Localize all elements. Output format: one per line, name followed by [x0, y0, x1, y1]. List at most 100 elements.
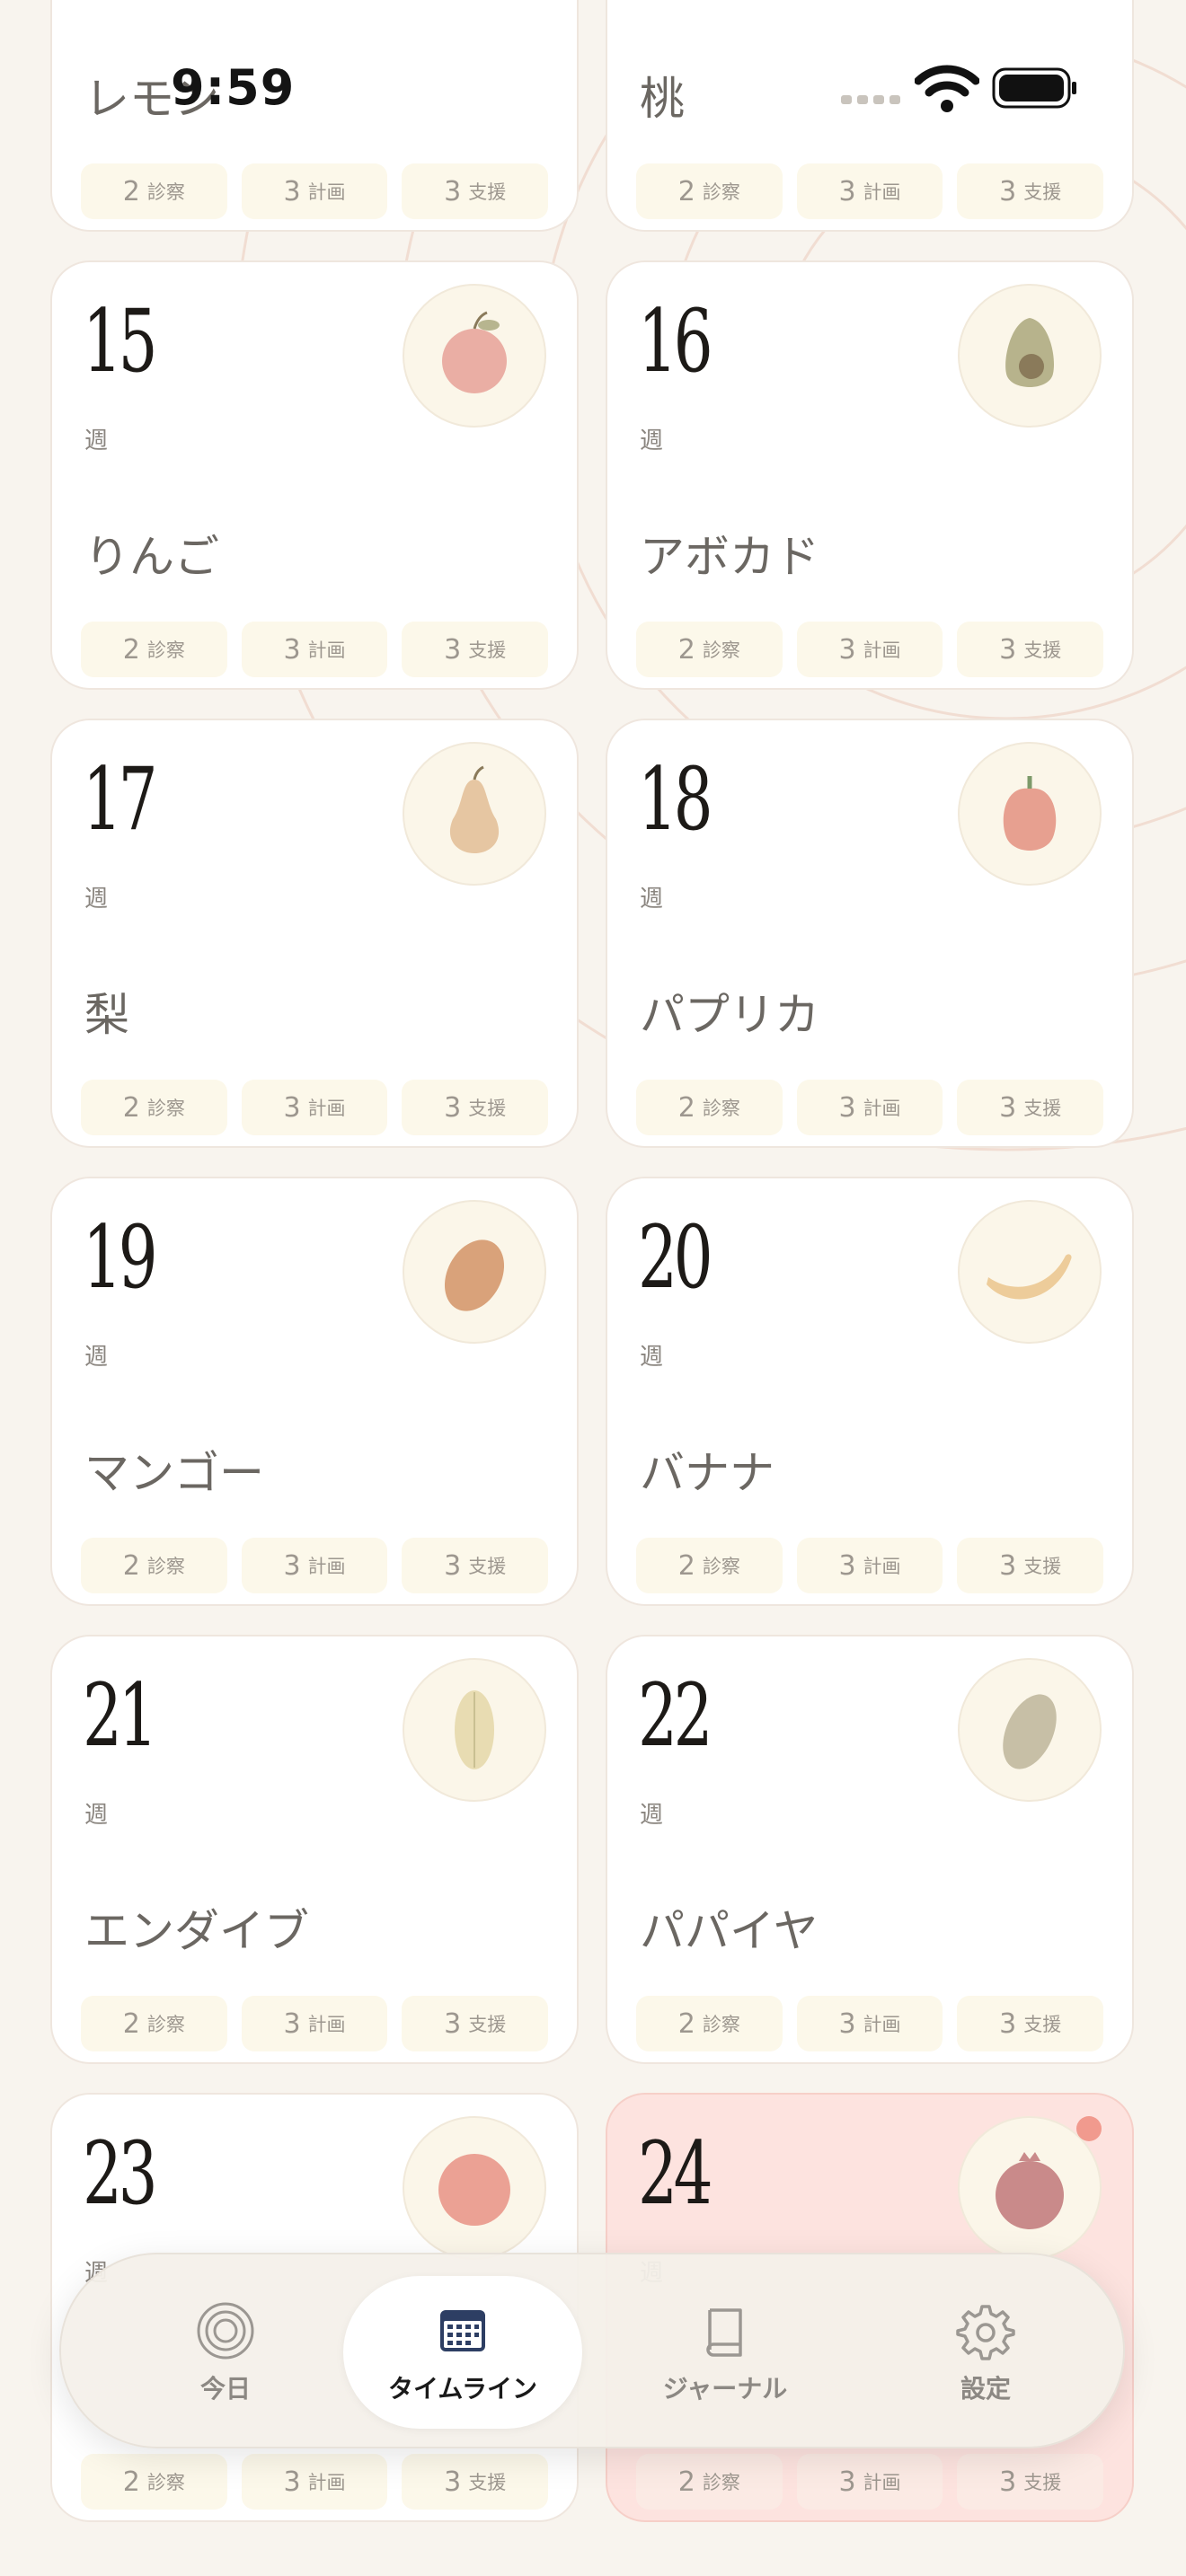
stat-count: 3 — [444, 1549, 462, 1582]
stat-label: 診察 — [702, 1098, 740, 1119]
stat-count: 2 — [677, 1091, 695, 1124]
card-stats: 2 診察 3 計画 3 支援 — [81, 622, 549, 677]
card-stats: 2 診察 3 計画 3 支援 — [81, 1538, 549, 1593]
stat-chip-plans: 3 計画 — [241, 2454, 388, 2510]
week-card-20[interactable]: 20 週バナナ 2 診察 3 計画 3 支援 — [606, 1177, 1134, 1606]
stat-chip-support: 3 支援 — [957, 1538, 1104, 1593]
stat-label: 支援 — [1023, 1556, 1062, 1577]
stat-label: 診察 — [702, 181, 740, 203]
stat-count: 3 — [283, 1549, 301, 1582]
stat-count: 2 — [122, 2466, 140, 2498]
stat-chip-visits: 2 診察 — [81, 1538, 227, 1593]
stat-label: 診察 — [702, 640, 740, 661]
fruit-illustration — [958, 284, 1102, 428]
stat-count: 3 — [999, 2466, 1017, 2498]
fruit-illustration — [958, 1658, 1102, 1802]
mango-icon — [404, 1202, 544, 1342]
week-card-18[interactable]: 18 週パプリカ 2 診察 3 計画 3 支援 — [606, 719, 1134, 1148]
banana-icon — [960, 1202, 1100, 1342]
stat-label: 診察 — [702, 1556, 740, 1577]
stat-count: 3 — [283, 1091, 301, 1124]
week-number: 21 — [83, 1665, 158, 1766]
stat-label: 支援 — [1023, 1098, 1062, 1119]
stat-chip-visits: 2 診察 — [81, 622, 227, 677]
tab-timeline[interactable]: タイムライン — [343, 2254, 582, 2450]
week-card-21[interactable]: 21 週エンダイブ 2 診察 3 計画 3 支援 — [50, 1635, 579, 2064]
fruit-name: パパイヤ — [640, 1905, 819, 1957]
stat-chip-plans: 3 計画 — [241, 1538, 388, 1593]
week-unit-label: 週 — [640, 1802, 664, 1829]
stat-count: 2 — [122, 1549, 140, 1582]
stat-count: 2 — [677, 175, 695, 207]
stat-label: 診察 — [146, 1556, 185, 1577]
stat-label: 診察 — [146, 2014, 185, 2035]
tab-settings-label: 設定 — [960, 2374, 1011, 2404]
stat-chip-visits: 2 診察 — [81, 1996, 227, 2051]
stat-label: 支援 — [468, 1556, 507, 1577]
wifi-icon — [915, 65, 979, 112]
tab-journal[interactable]: ジャーナル — [606, 2254, 845, 2450]
fruit-name: バナナ — [640, 1447, 774, 1499]
card-stats: 2 診察 3 計画 3 支援 — [636, 1080, 1104, 1135]
status-time: 9:59 — [171, 59, 296, 116]
stat-label: 計画 — [307, 640, 346, 661]
stat-count: 3 — [444, 633, 462, 666]
stat-count: 3 — [999, 1549, 1017, 1582]
week-number: 17 — [83, 749, 158, 850]
fruit-illustration — [403, 742, 546, 886]
timeline-grid: レモン 2 診察 3 計画 3 支援桃 2 診察 3 計画 3 支援 15 週りんご 2 診察 3 計画 3 支援 16 週… — [0, 0, 1186, 2576]
fruit-name: りんご — [84, 531, 219, 583]
stat-label: 支援 — [468, 640, 507, 661]
stat-count: 2 — [122, 175, 140, 207]
week-card-15[interactable]: 15 週りんご 2 診察 3 計画 3 支援 — [50, 260, 579, 690]
pear-icon — [404, 744, 544, 884]
week-unit-label: 週 — [84, 886, 109, 913]
stat-chip-plans: 3 計画 — [796, 2454, 943, 2510]
grapefruit-icon — [404, 2118, 544, 2258]
stat-label: 支援 — [1023, 2472, 1062, 2493]
week-number: 16 — [638, 291, 713, 392]
stat-chip-visits: 2 診察 — [636, 622, 783, 677]
stat-label: 計画 — [863, 2472, 901, 2493]
stat-chip-visits: 2 診察 — [636, 1538, 783, 1593]
bottom-tab-bar: 今日 タイムライン ジャーナル 設定 — [59, 2253, 1125, 2448]
card-stats: 2 診察 3 計画 3 支援 — [636, 622, 1104, 677]
week-number: 18 — [638, 749, 713, 850]
stat-count: 3 — [283, 633, 301, 666]
stat-chip-plans: 3 計画 — [241, 1080, 388, 1135]
week-card-22[interactable]: 22 週パパイヤ 2 診察 3 計画 3 支援 — [606, 1635, 1134, 2064]
stat-chip-plans: 3 計画 — [796, 1080, 943, 1135]
card-stats: 2 診察 3 計画 3 支援 — [636, 2454, 1104, 2510]
stat-count: 3 — [838, 175, 856, 207]
stat-chip-support: 3 支援 — [957, 1996, 1104, 2051]
stat-label: 診察 — [146, 1098, 185, 1119]
fruit-name: 梨 — [84, 989, 129, 1041]
stat-chip-visits: 2 診察 — [81, 2454, 227, 2510]
stat-count: 3 — [444, 175, 462, 207]
week-card-17[interactable]: 17 週梨 2 診察 3 計画 3 支援 — [50, 719, 579, 1148]
stat-count: 3 — [999, 633, 1017, 666]
stat-label: 計画 — [307, 2472, 346, 2493]
tab-settings[interactable]: 設定 — [866, 2254, 1105, 2450]
card-stats: 2 診察 3 計画 3 支援 — [81, 1080, 549, 1135]
stat-count: 3 — [999, 1091, 1017, 1124]
week-unit-label: 週 — [640, 886, 664, 913]
week-card-16[interactable]: 16 週アボカド 2 診察 3 計画 3 支援 — [606, 260, 1134, 690]
stat-label: 支援 — [1023, 2014, 1062, 2035]
stat-label: 計画 — [863, 640, 901, 661]
fruit-name: エンダイブ — [84, 1905, 309, 1957]
stat-label: 支援 — [1023, 640, 1062, 661]
stat-chip-visits: 2 診察 — [81, 1080, 227, 1135]
stat-count: 3 — [999, 175, 1017, 207]
stat-chip-support: 3 支援 — [402, 1080, 549, 1135]
tab-today[interactable]: 今日 — [106, 2254, 345, 2450]
gear-icon — [956, 2305, 1015, 2360]
tab-journal-label: ジャーナル — [662, 2374, 788, 2404]
stat-count: 2 — [677, 633, 695, 666]
stat-count: 3 — [444, 2466, 462, 2498]
status-bar: 9:59 — [0, 0, 1186, 180]
stat-count: 3 — [444, 2007, 462, 2040]
stat-count: 3 — [283, 175, 301, 207]
stat-label: 支援 — [468, 2472, 507, 2493]
week-card-19[interactable]: 19 週マンゴー 2 診察 3 計画 3 支援 — [50, 1177, 579, 1606]
